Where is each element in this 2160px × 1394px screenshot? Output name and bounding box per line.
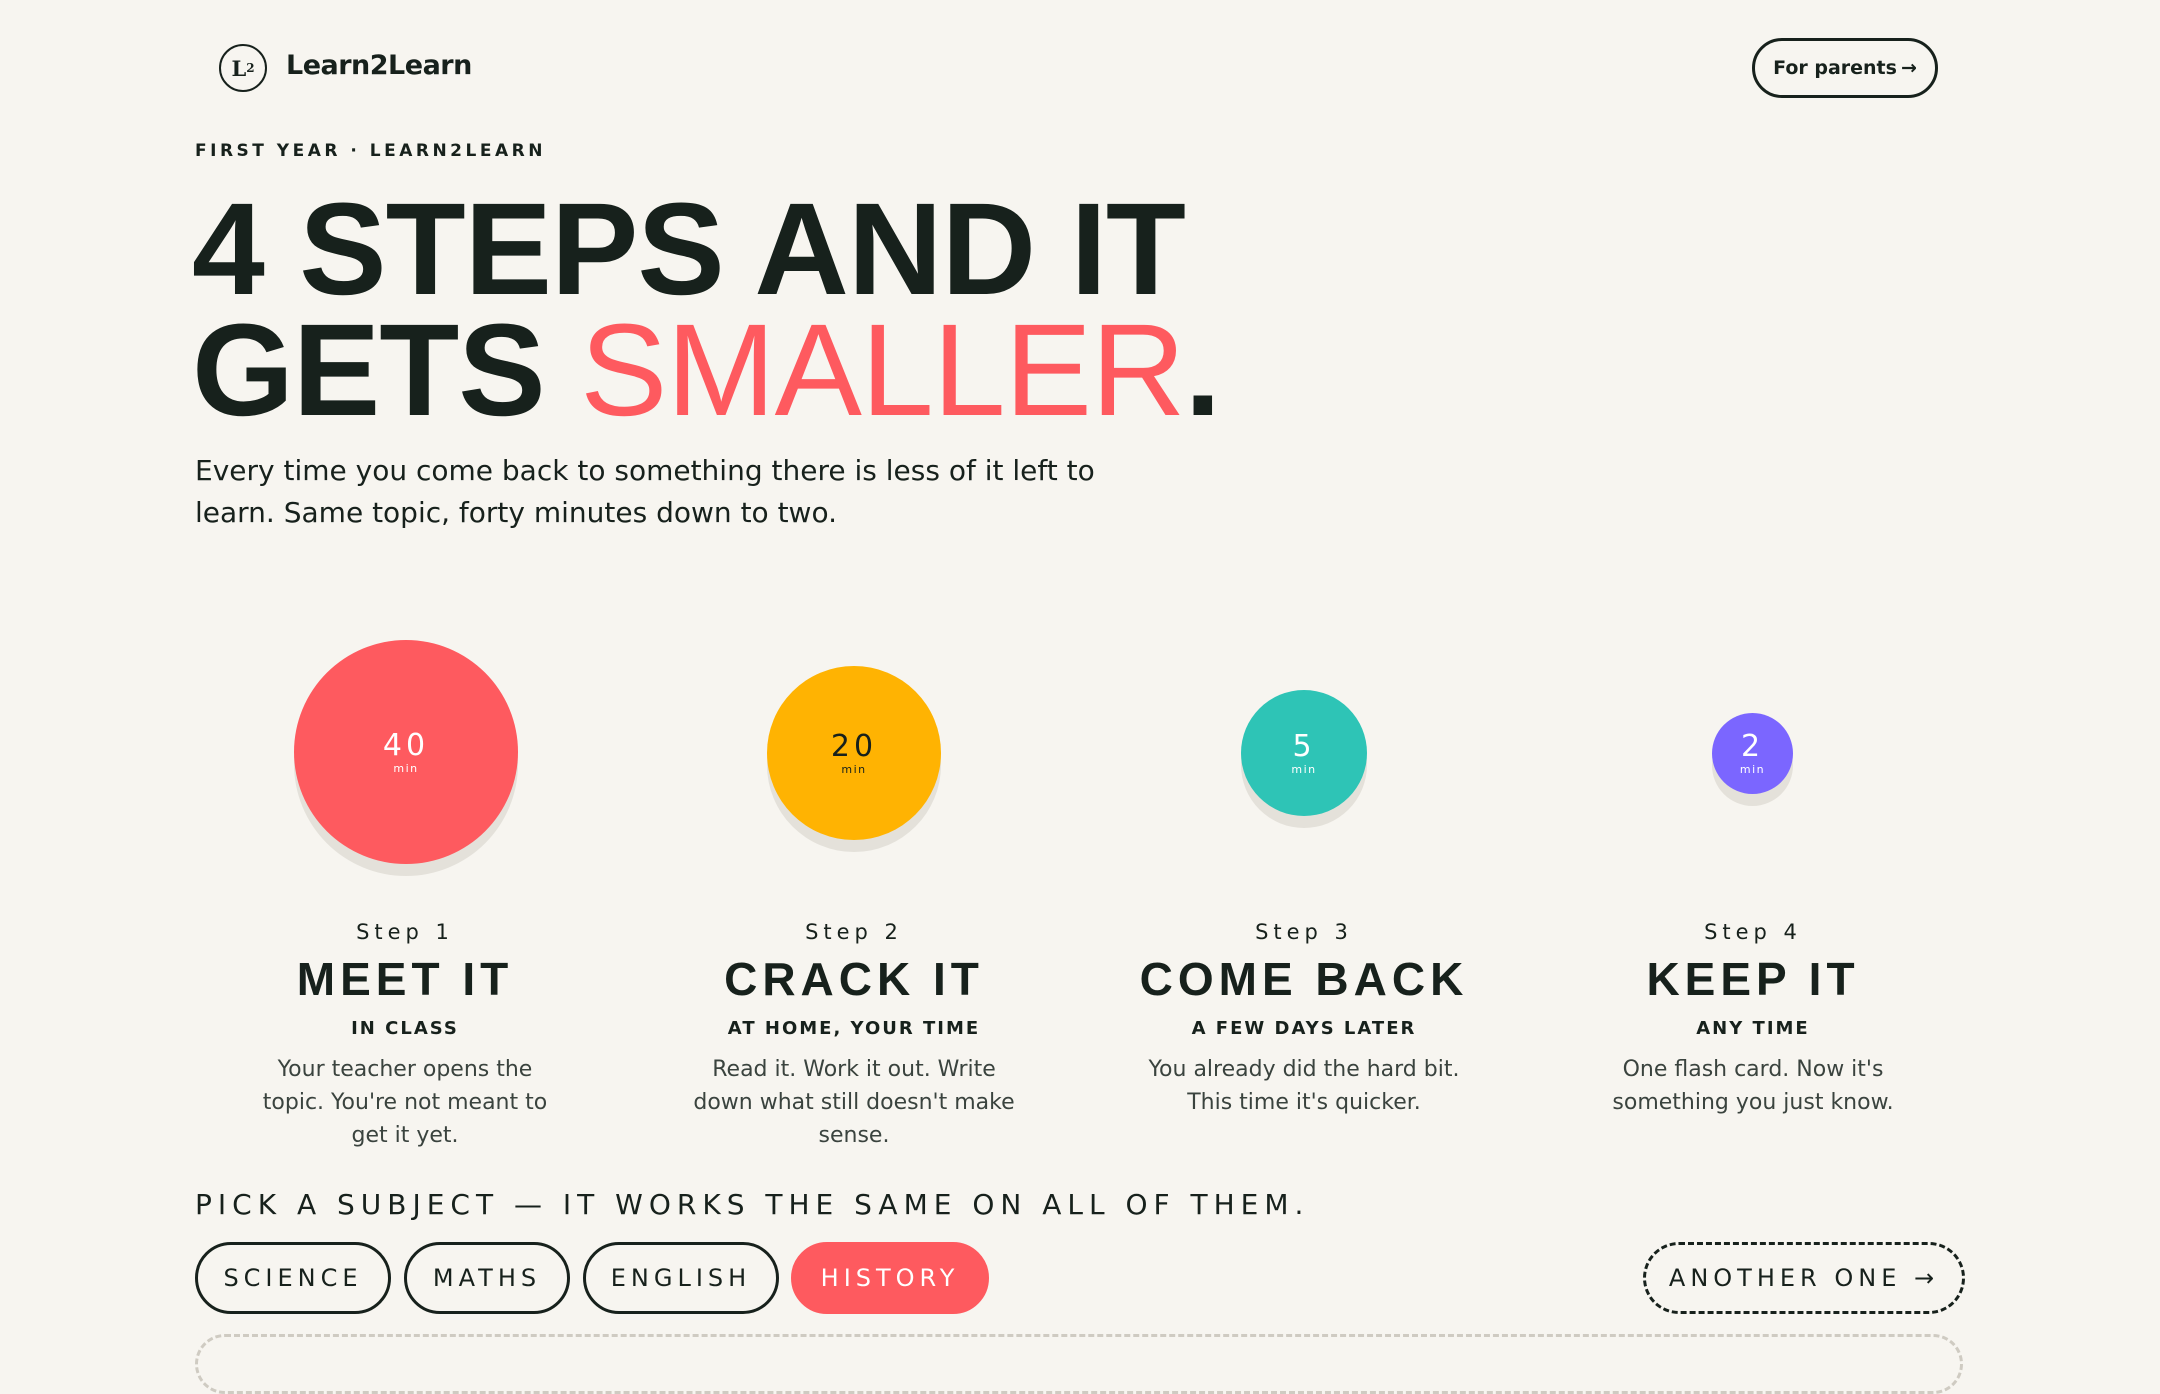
for-parents-button[interactable]: For parents → <box>1752 38 1938 98</box>
step-4-label: Step 4 <box>1704 920 1802 944</box>
logo-letter: L <box>231 55 247 81</box>
step-3-unit: min <box>1291 762 1317 776</box>
step-2-title: CRACK IT <box>724 953 984 1005</box>
step-1-unit: min <box>393 761 419 775</box>
headline-accent: SMALLER <box>580 296 1186 443</box>
another-one-button[interactable]: ANOTHER ONE → <box>1643 1242 1965 1314</box>
brand-name[interactable]: Learn2Learn <box>286 50 472 81</box>
step-3: Step 3 COME BACK A FEW DAYS LATER You al… <box>1074 920 1534 1119</box>
subject-prompt: PICK A SUBJECT — IT WORKS THE SAME ON AL… <box>195 1188 1310 1221</box>
step-3-title: COME BACK <box>1139 953 1469 1005</box>
step-3-description: You already did the hard bit. This time … <box>1148 1057 1460 1115</box>
step-3-minutes: 5 <box>1292 728 1316 764</box>
step-1-circle: 40 min <box>294 640 518 864</box>
eyebrow: FIRST YEAR · LEARN2LEARN <box>195 141 546 161</box>
step-2-description: Read it. Work it out. Write down what st… <box>693 1057 1015 1148</box>
logo-superscript: 2 <box>246 61 255 75</box>
step-2: Step 2 CRACK IT AT HOME, YOUR TIME Read … <box>624 920 1084 1152</box>
step-1-label: Step 1 <box>356 920 454 944</box>
headline-period: . <box>1184 296 1221 443</box>
step-4-description: One flash card. Now it's something you j… <box>1612 1057 1894 1115</box>
step-1-minutes: 40 <box>382 727 430 763</box>
step-1: Step 1 MEET IT IN CLASS Your teacher ope… <box>175 920 635 1152</box>
chip-science[interactable]: SCIENCE <box>195 1242 391 1314</box>
step-4: Step 4 KEEP IT ANY TIME One flash card. … <box>1523 920 1983 1119</box>
step-3-label: Step 3 <box>1255 920 1353 944</box>
headline: 4 STEPS AND IT GETS SMALLER. <box>192 183 1221 435</box>
step-2-circle: 20 min <box>767 666 941 840</box>
subject-content-area <box>195 1334 1963 1394</box>
step-3-circle: 5 min <box>1241 690 1367 816</box>
step-4-unit: min <box>1739 763 1766 776</box>
headline-line-2-start: GETS <box>192 296 581 443</box>
step-1-when: IN CLASS <box>351 1018 459 1039</box>
step-4-when: ANY TIME <box>1696 1018 1810 1039</box>
step-2-label: Step 2 <box>805 920 903 944</box>
step-1-description: Your teacher opens the topic. You're not… <box>262 1057 548 1148</box>
step-2-when: AT HOME, YOUR TIME <box>727 1018 981 1039</box>
chip-history[interactable]: HISTORY <box>791 1242 989 1314</box>
step-2-minutes: 20 <box>830 728 878 764</box>
for-parents-label: For parents <box>1773 57 1897 79</box>
step-3-when: A FEW DAYS LATER <box>1191 1018 1417 1039</box>
step-1-title: MEET IT <box>296 953 514 1005</box>
lead-paragraph: Every time you come back to something th… <box>195 454 1095 529</box>
step-4-circle: 2 min <box>1712 713 1793 794</box>
step-2-unit: min <box>841 762 867 776</box>
chip-maths[interactable]: MATHS <box>404 1242 570 1314</box>
step-4-minutes: 2 <box>1740 729 1765 764</box>
step-4-title: KEEP IT <box>1646 953 1860 1005</box>
chip-english[interactable]: ENGLISH <box>583 1242 779 1314</box>
logo-mark[interactable]: L2 <box>219 44 267 92</box>
arrow-right-icon: → <box>1900 57 1917 79</box>
